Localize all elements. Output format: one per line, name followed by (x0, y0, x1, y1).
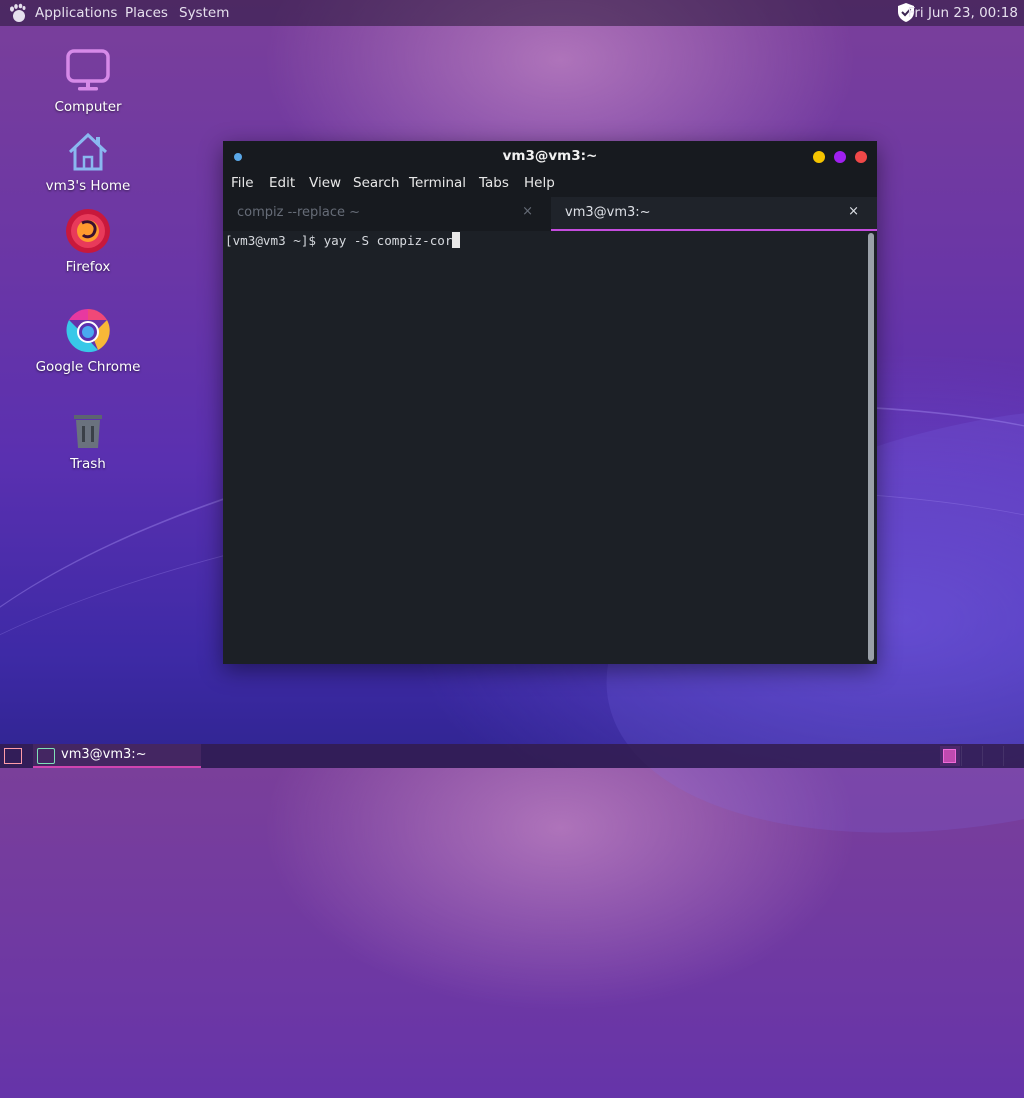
tab-label: vm3@vm3:~ (565, 205, 651, 220)
menu-applications[interactable]: Applications (35, 5, 117, 21)
desktop-icon-chrome[interactable]: Google Chrome (28, 305, 148, 375)
desktop-icon-label: Firefox (65, 259, 111, 275)
close-button[interactable] (855, 151, 867, 163)
computer-icon (66, 49, 110, 91)
menu-view[interactable]: View (309, 175, 341, 191)
desktop-icon-trash[interactable]: Trash (28, 408, 148, 472)
scrollbar[interactable] (868, 233, 874, 661)
desktop-icon-home[interactable]: vm3's Home (28, 130, 148, 194)
gnome-foot-icon[interactable] (9, 3, 27, 23)
desktop-icon-label: vm3's Home (45, 178, 131, 194)
desktop-icon-label: Computer (54, 99, 122, 115)
top-panel: Applications Places System Fri Jun 23, 0… (0, 0, 1024, 26)
terminal-line: [vm3@vm3 ~]$ yay -S compiz-cor (225, 232, 461, 248)
menu-edit[interactable]: Edit (269, 175, 295, 191)
taskbar-item-label: vm3@vm3:~ (61, 747, 147, 762)
tab-close-icon[interactable]: × (522, 204, 533, 219)
trash-icon (74, 415, 102, 448)
workspace-2[interactable] (961, 746, 982, 766)
desktop-icon-computer[interactable]: Computer (28, 47, 148, 115)
maximize-button[interactable] (834, 151, 846, 163)
window-title: vm3@vm3:~ (502, 148, 598, 164)
desktop-icon-label: Google Chrome (35, 359, 141, 375)
menu-search[interactable]: Search (353, 175, 399, 191)
menu-places[interactable]: Places (125, 5, 168, 21)
workspace-3[interactable] (982, 746, 1003, 766)
menu-system[interactable]: System (179, 5, 229, 21)
menu-help[interactable]: Help (524, 175, 555, 191)
terminal-icon (37, 748, 55, 764)
minimize-button[interactable] (813, 151, 825, 163)
clock[interactable]: Fri Jun 23, 00:18 (908, 5, 1018, 21)
menu-terminal[interactable]: Terminal (409, 175, 466, 191)
terminal-output[interactable]: [vm3@vm3 ~]$ yay -S compiz-cor (223, 231, 869, 664)
terminal-menubar: File Edit View Search Terminal Tabs Help (223, 171, 877, 197)
bottom-panel: vm3@vm3:~ (0, 744, 1024, 768)
command-text: [vm3@vm3 ~]$ yay -S compiz-cor (225, 233, 453, 248)
tab-label: compiz --replace ~ (237, 205, 361, 220)
taskbar-item-terminal[interactable]: vm3@vm3:~ (33, 744, 201, 768)
show-desktop-icon[interactable] (4, 748, 22, 764)
tab-bar: compiz --replace ~ × vm3@vm3:~ × (223, 197, 877, 231)
workspace-4[interactable] (1003, 746, 1024, 766)
desktop-icon-label: Trash (70, 456, 106, 472)
chrome-icon (66, 309, 110, 353)
menu-file[interactable]: File (231, 175, 254, 191)
desktop-icon-firefox[interactable]: Firefox (28, 207, 148, 275)
window-titlebar[interactable]: vm3@vm3:~ (223, 141, 877, 171)
text-cursor (452, 232, 461, 248)
terminal-window[interactable]: vm3@vm3:~ File Edit View Search Terminal… (223, 141, 877, 664)
workspace-window-thumb (943, 749, 956, 763)
home-folder-icon (68, 132, 108, 171)
tab-compiz-replace[interactable]: compiz --replace ~ × (223, 197, 551, 231)
firefox-icon (66, 209, 110, 253)
workspace-1[interactable] (940, 746, 960, 766)
menu-tabs[interactable]: Tabs (479, 175, 509, 191)
tab-close-icon[interactable]: × (848, 204, 859, 219)
tab-vm3-home[interactable]: vm3@vm3:~ × (551, 197, 877, 231)
